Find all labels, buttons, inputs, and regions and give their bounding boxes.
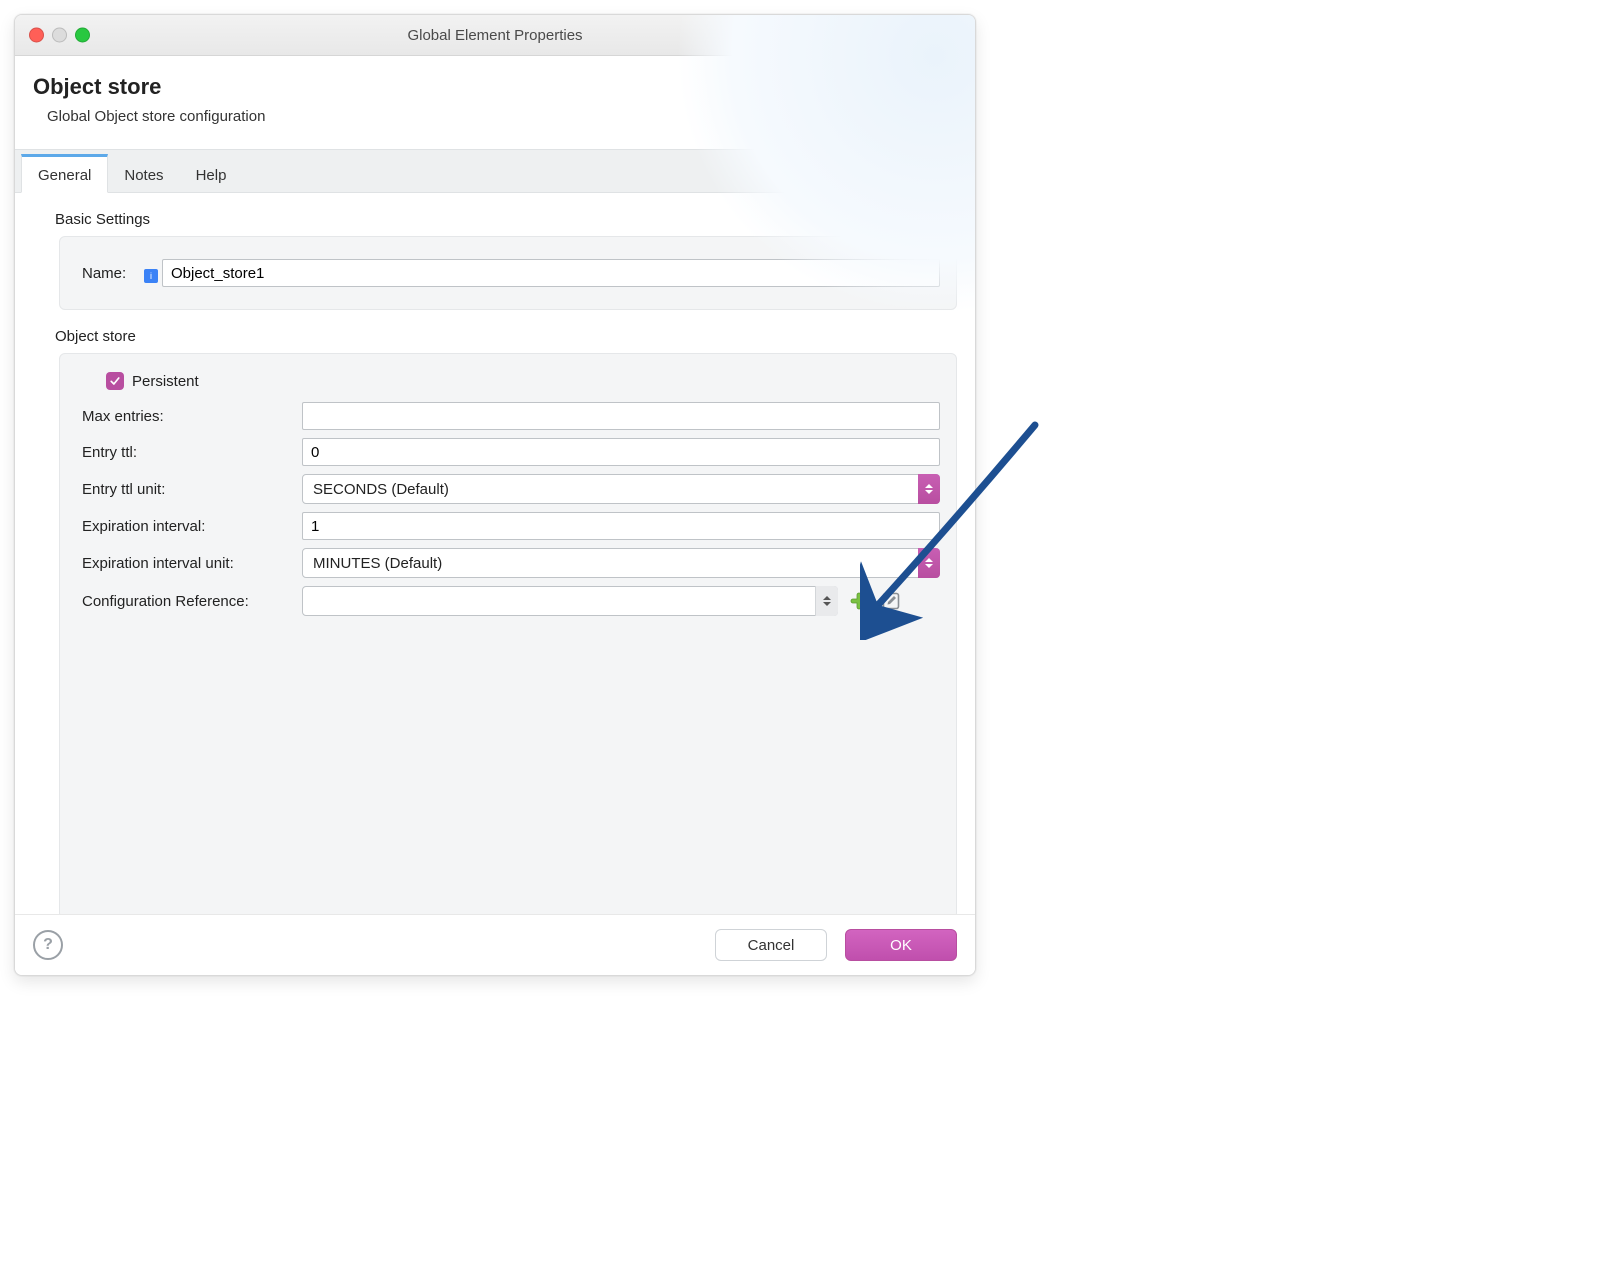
entry-ttl-row: Entry ttl: [82,438,940,466]
name-input[interactable] [162,259,940,287]
traffic-lights [29,28,90,43]
tab-help[interactable]: Help [180,155,243,192]
edit-config-button[interactable] [880,590,902,612]
name-label: Name: [82,265,142,282]
ok-button[interactable]: OK [845,929,957,961]
page-title: Object store [33,74,957,100]
configuration-reference-row: Configuration Reference: [82,586,940,616]
expiration-interval-unit-label: Expiration interval unit: [82,555,302,572]
expiration-interval-input[interactable] [302,512,940,540]
configuration-reference-label: Configuration Reference: [82,593,302,610]
help-icon[interactable]: ? [33,930,63,960]
object-store-label: Object store [55,328,957,345]
expiration-interval-unit-select[interactable]: MINUTES (Default) [302,548,940,578]
info-icon: i [144,269,158,283]
persistent-label: Persistent [132,373,199,390]
configuration-reference-value [302,586,838,616]
entry-ttl-unit-select[interactable]: SECONDS (Default) [302,474,940,504]
entry-ttl-unit-value: SECONDS (Default) [302,474,940,504]
minimize-window-button[interactable] [52,28,67,43]
expiration-interval-row: Expiration interval: [82,512,940,540]
window-title: Global Element Properties [15,27,975,44]
zoom-window-button[interactable] [75,28,90,43]
tab-notes[interactable]: Notes [108,155,179,192]
expiration-interval-unit-row: Expiration interval unit: MINUTES (Defau… [82,548,940,578]
close-window-button[interactable] [29,28,44,43]
footer: ? Cancel OK [15,914,975,975]
object-store-panel: Persistent Max entries: Entry ttl: Entry… [59,353,957,919]
chevron-updown-icon [815,586,838,616]
expiration-interval-unit-value: MINUTES (Default) [302,548,940,578]
chevron-updown-icon [918,548,940,578]
chevron-updown-icon [918,474,940,504]
expiration-interval-label: Expiration interval: [82,518,302,535]
max-entries-label: Max entries: [82,408,302,425]
dialog-window: Global Element Properties Object store G… [14,14,976,976]
basic-settings-panel: Name: i [59,236,957,310]
entry-ttl-label: Entry ttl: [82,444,302,461]
persistent-checkbox[interactable] [106,372,124,390]
cancel-button[interactable]: Cancel [715,929,827,961]
persistent-row: Persistent [106,372,940,390]
max-entries-input[interactable] [302,402,940,430]
basic-settings-label: Basic Settings [55,211,957,228]
page-subtitle: Global Object store configuration [47,108,957,125]
configuration-reference-select[interactable] [302,586,838,616]
name-row: Name: i [82,259,940,287]
entry-ttl-unit-label: Entry ttl unit: [82,481,302,498]
add-config-button[interactable] [848,590,870,612]
entry-ttl-input[interactable] [302,438,940,466]
tab-general[interactable]: General [21,154,108,193]
titlebar: Global Element Properties [15,15,975,56]
header: Object store Global Object store configu… [15,56,975,149]
tab-content: Basic Settings Name: i Object store Pers… [15,193,975,919]
tabbar: General Notes Help [15,149,975,193]
entry-ttl-unit-row: Entry ttl unit: SECONDS (Default) [82,474,940,504]
max-entries-row: Max entries: [82,402,940,430]
